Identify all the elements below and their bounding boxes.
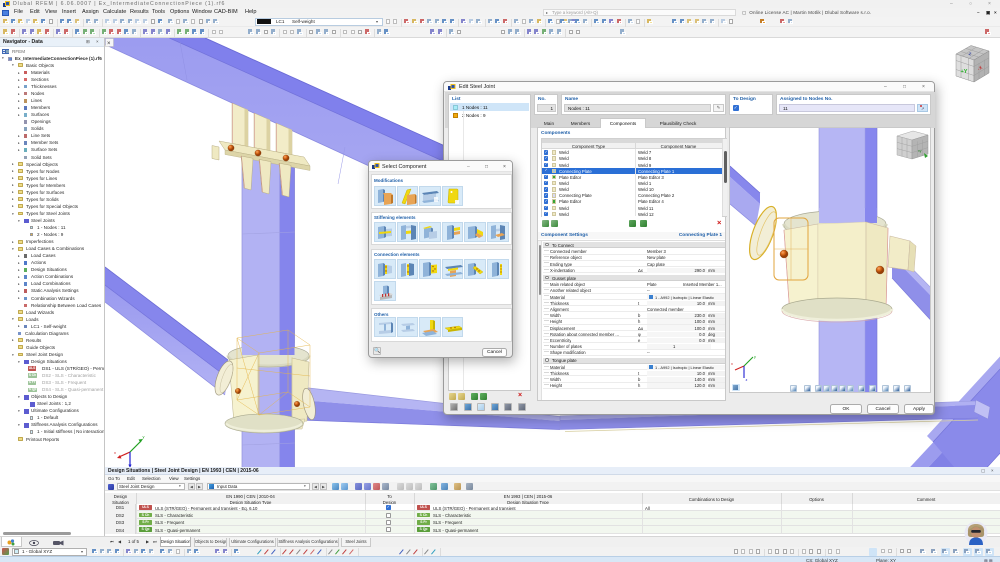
svg-text:xy: xy [918, 149, 922, 153]
svg-text:y: y [754, 355, 756, 359]
svg-text:×: × [107, 41, 111, 47]
svg-text:z: z [746, 378, 748, 382]
svg-text:x: x [731, 362, 733, 366]
svg-text:x: x [114, 450, 116, 455]
svg-text:y: y [143, 434, 145, 439]
svg-text:+Y: +Y [961, 69, 968, 75]
